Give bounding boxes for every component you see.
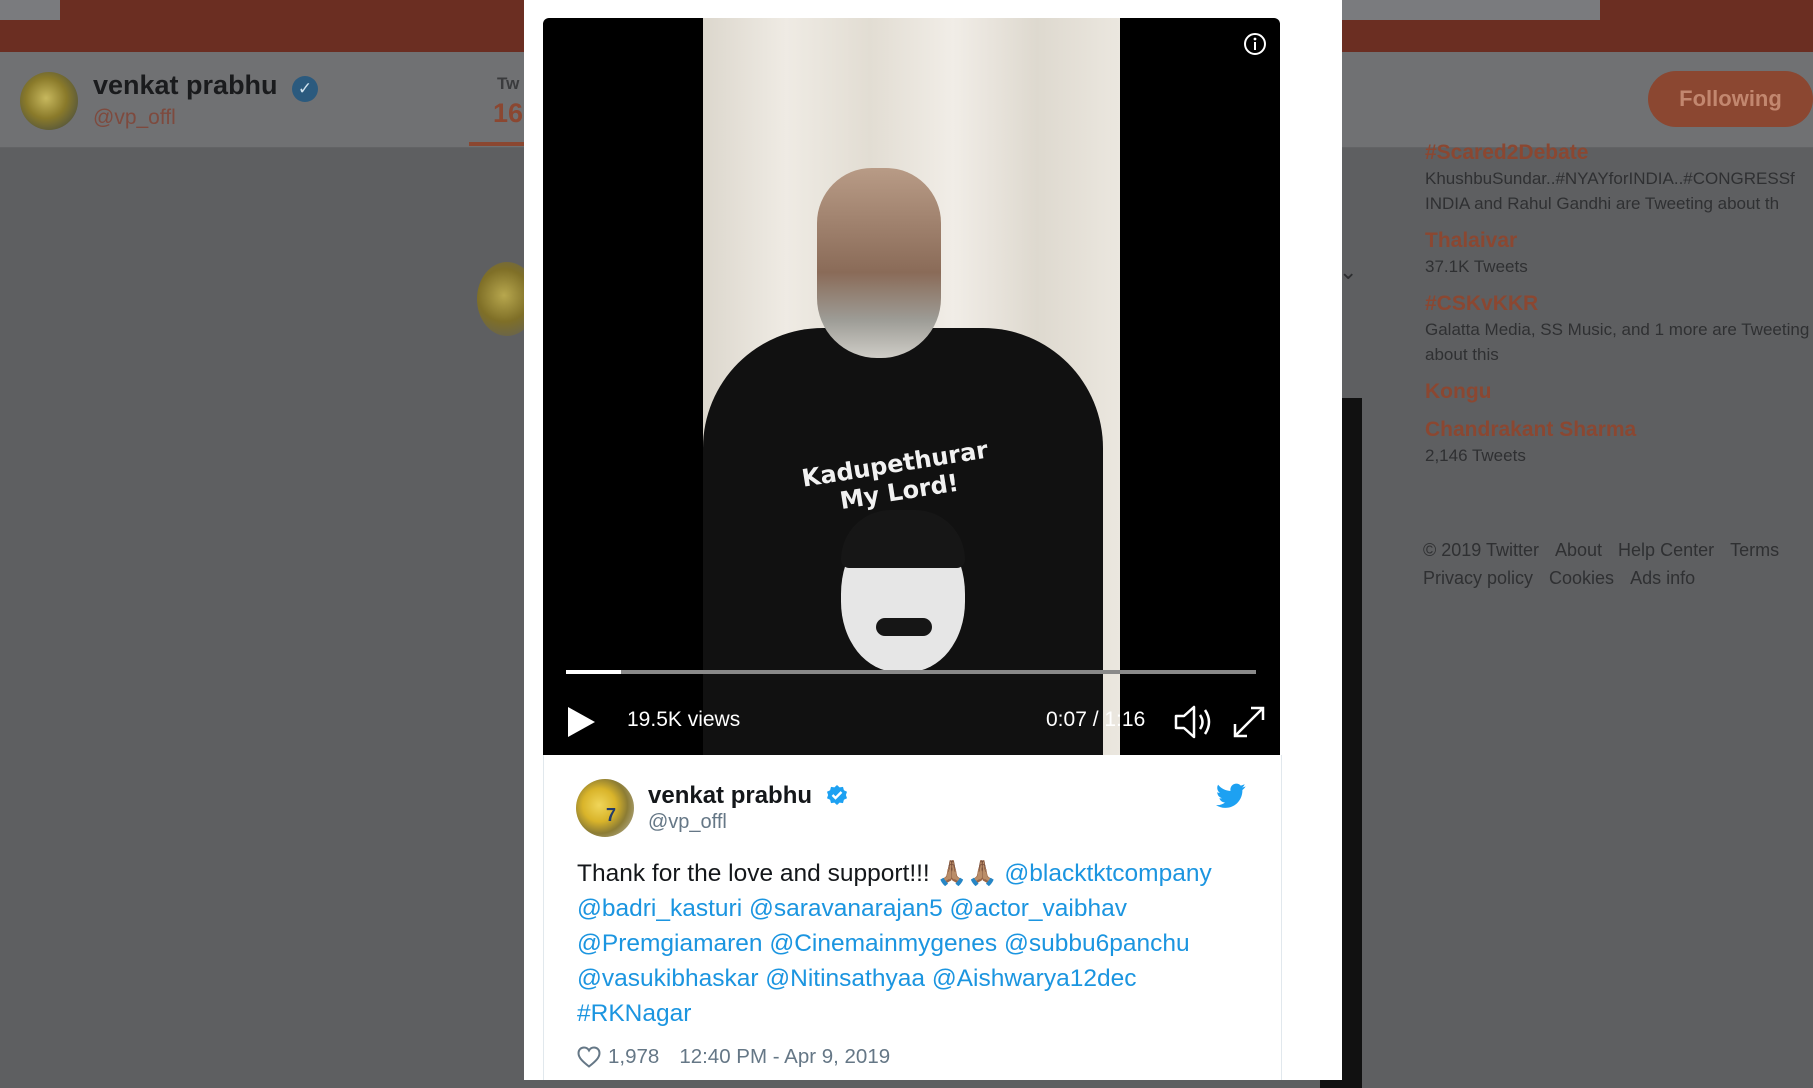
footer-link-ads-info[interactable]: Ads info (1630, 568, 1695, 588)
footer-links: © 2019 Twitter About Help Center Terms Priv… (1423, 536, 1813, 592)
play-icon[interactable] (564, 704, 598, 740)
trend-meta: KhushbuSundar..#NYAYforINDIA..#CONGRESSf… (1425, 169, 1795, 213)
like-count[interactable]: 1,978 (608, 1045, 659, 1069)
mention-link[interactable]: @actor_vaibhav (950, 895, 1127, 922)
trend-item[interactable]: Kongu (1425, 379, 1813, 405)
footer-link-help-center[interactable]: Help Center (1618, 540, 1714, 560)
hashtag-link[interactable]: #RKNagar (577, 1000, 691, 1027)
footer-link-terms[interactable]: Terms (1730, 540, 1779, 560)
profile-avatar[interactable] (20, 72, 78, 130)
video-progress-fill (566, 670, 622, 674)
footer-link-cookies[interactable]: Cookies (1549, 568, 1614, 588)
tweet-text: Thank for the love and support!!! 🙏🏽🙏🏽 @… (577, 856, 1249, 1031)
tweet-meta: 1,978 12:40 PM - Apr 9, 2019 (577, 1045, 890, 1069)
fullscreen-icon[interactable] (1231, 704, 1267, 740)
tweet-text-content: Thank for the love and support!!! (577, 860, 937, 887)
tweet-author-handle[interactable]: @vp_offl (648, 811, 727, 834)
trend-item[interactable]: #CSKvKKR Galatta Media, SS Music, and 1 … (1425, 291, 1813, 367)
trend-meta: 2,146 Tweets (1425, 446, 1526, 465)
tweet-timestamp[interactable]: 12:40 PM - Apr 9, 2019 (679, 1045, 890, 1069)
video-subject-head (817, 168, 941, 358)
profile-name: venkat prabhu (93, 70, 278, 100)
mention-link[interactable]: @Cinemainmygenes (769, 930, 997, 957)
trend-meta: 37.1K Tweets (1425, 257, 1528, 276)
video-player[interactable]: Kadupethurar My Lord! 19.5K views 0:07 /… (543, 18, 1280, 755)
video-progress-bar[interactable] (566, 670, 1256, 674)
mention-link[interactable]: @vasukibhaskar (577, 965, 758, 992)
footer-link-privacy[interactable]: Privacy policy (1423, 568, 1533, 588)
shirt-print-moustache (876, 618, 932, 636)
info-icon[interactable] (1243, 32, 1267, 56)
mention-link[interactable]: @Aishwarya12dec (932, 965, 1137, 992)
footer-copyright: © 2019 Twitter (1423, 540, 1539, 560)
trend-item[interactable]: Thalaivar 37.1K Tweets (1425, 228, 1813, 279)
volume-icon[interactable] (1172, 702, 1216, 742)
avatar-jersey-number: 7 (606, 805, 617, 825)
tweet-card: 7 venkat prabhu @vp_offl Thank for the l… (543, 755, 1282, 1080)
folded-hands-emoji: 🙏🏽🙏🏽 (936, 860, 998, 887)
twitter-bird-icon[interactable] (1216, 783, 1246, 809)
trend-name[interactable]: Kongu (1425, 379, 1813, 405)
trend-meta: Galatta Media, SS Music, and 1 more are … (1425, 320, 1810, 364)
verified-icon: ✓ (292, 76, 318, 102)
banner-stripe (0, 0, 60, 20)
media-modal: Kadupethurar My Lord! 19.5K views 0:07 /… (524, 0, 1342, 1080)
trend-name[interactable]: #Scared2Debate (1425, 140, 1813, 166)
trend-item[interactable]: Chandrakant Sharma 2,146 Tweets (1425, 417, 1813, 468)
trend-name[interactable]: Thalaivar (1425, 228, 1813, 254)
trend-name[interactable]: #CSKvKKR (1425, 291, 1813, 317)
tweet-author-name[interactable]: venkat prabhu (648, 779, 849, 810)
profile-handle: @vp_offl (93, 106, 176, 129)
tweet-author-name-text[interactable]: venkat prabhu (648, 782, 812, 809)
mention-link[interactable]: @badri_kasturi (577, 895, 742, 922)
trends-list: #Scared2Debate KhushbuSundar..#NYAYforIN… (1425, 140, 1813, 480)
trend-name[interactable]: Chandrakant Sharma (1425, 417, 1813, 443)
video-view-count: 19.5K views (627, 708, 741, 731)
mention-link[interactable]: @subbu6panchu (1004, 930, 1190, 957)
mention-link[interactable]: @Nitinsathyaa (765, 965, 925, 992)
heart-icon[interactable] (577, 1046, 601, 1068)
tab-tweets-count[interactable]: 16 (493, 98, 523, 129)
footer-link-about[interactable]: About (1555, 540, 1602, 560)
mention-link[interactable]: @Premgiamaren (577, 930, 763, 957)
video-time: 0:07 / 1:16 (1046, 708, 1146, 731)
tweet-author-avatar[interactable] (576, 779, 634, 837)
banner-stripe (1340, 0, 1600, 20)
following-button[interactable]: Following (1648, 71, 1813, 127)
mention-link[interactable]: @blacktktcompany (1004, 860, 1211, 887)
mention-link[interactable]: @saravanarajan5 (749, 895, 943, 922)
trend-item[interactable]: #Scared2Debate KhushbuSundar..#NYAYforIN… (1425, 140, 1813, 216)
tab-tweets-label[interactable]: Tw (497, 74, 519, 94)
tab-active-indicator (469, 142, 529, 146)
verified-icon (826, 785, 847, 805)
